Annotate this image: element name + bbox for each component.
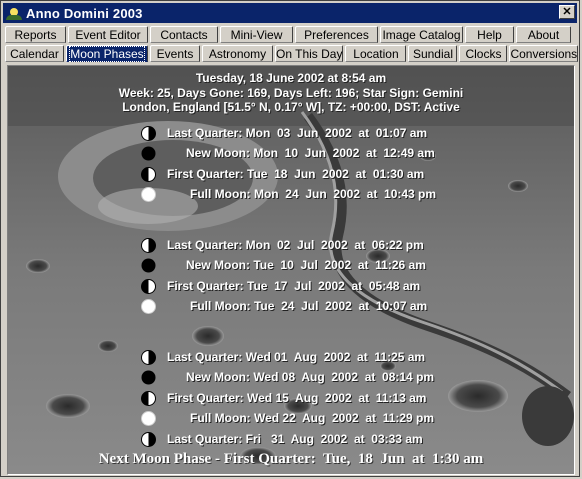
tab-label: Moon Phases [69, 46, 145, 62]
moon-phase-text: Full Moon: Tue 24 Jul 2002 at 10:07 am [190, 299, 428, 314]
tab-sundial[interactable]: Sundial [408, 45, 458, 62]
full-moon-icon [141, 299, 156, 315]
tab-label: Image Catalog [382, 28, 461, 42]
tab-label: Sundial [412, 47, 453, 61]
moon-phase-text: Full Moon: Mon 24 Jun 2002 at 10:43 pm [190, 187, 437, 202]
moon-phase-text: Full Moon: Wed 22 Aug 2002 at 11:29 pm [190, 411, 435, 426]
first-quarter-icon [141, 390, 156, 406]
tab-label: About [527, 28, 560, 42]
tab-contacts[interactable]: Contacts [150, 26, 218, 43]
app-window: Anno Domini 2003 ✕ Reports Event Editor Co… [0, 0, 580, 477]
moon-phase-text: New Moon: Wed 08 Aug 2002 at 08:14 pm [186, 370, 435, 385]
tab-on-this-day[interactable]: On This Day [275, 45, 344, 62]
tab-label: Events [156, 47, 194, 61]
tab-label: Location [353, 47, 399, 61]
tab-label: Event Editor [75, 28, 141, 42]
tab-clocks[interactable]: Clocks [459, 45, 508, 62]
tab-moon-phases[interactable]: Moon Phases [66, 45, 148, 62]
week-info: Week: 25, Days Gone: 169, Days Left: 196… [118, 86, 464, 100]
tab-row-1: Reports Event Editor Contacts Mini-View Pref… [5, 26, 575, 45]
tab-astronomy[interactable]: Astronomy [202, 45, 273, 62]
moon-phase-text: Last Quarter: Wed 01 Aug 2002 at 11:25 a… [167, 350, 426, 364]
moon-phase-text: New Moon: Tue 10 Jul 2002 at 11:26 am [186, 258, 426, 273]
first-quarter-icon [141, 278, 156, 294]
moon-phase-text: Last Quarter: Fri 31 Aug 2002 at 03:33 a… [167, 431, 423, 446]
tab-reports[interactable]: Reports [5, 26, 66, 43]
tab-label: Contacts [160, 28, 208, 42]
tab-label: Clocks [465, 47, 502, 61]
tab-label: Mini-View [230, 28, 283, 42]
tab-label: Preferences [304, 28, 369, 42]
tab-preferences[interactable]: Preferences [295, 26, 378, 43]
last-quarter-icon [141, 238, 156, 253]
tab-label: Conversions [510, 47, 578, 61]
moon-phase-text: Last Quarter: Mon 02 Jul 2002 at 06:22 p… [167, 238, 424, 252]
last-quarter-icon [141, 431, 156, 447]
first-quarter-icon [141, 166, 156, 182]
moon-phase-text: Last Quarter: Mon 03 Jun 2002 at 01:07 a… [167, 126, 428, 140]
close-button[interactable]: ✕ [559, 5, 575, 19]
tab-label: Reports [14, 28, 57, 42]
full-moon-icon [141, 411, 156, 427]
tab-help[interactable]: Help [465, 26, 514, 43]
full-moon-icon [141, 187, 156, 203]
tab-location[interactable]: Location [345, 45, 407, 62]
last-quarter-icon [141, 126, 156, 141]
next-moon-phase: Next Moon Phase - First Quarter: Tue, 18… [98, 451, 484, 467]
tab-row-2: Calendar Moon Phases Events Astronomy On Thi… [5, 45, 579, 64]
tab-label: Calendar [10, 47, 59, 61]
tab-mini-view[interactable]: Mini-View [220, 26, 293, 43]
last-quarter-icon [141, 350, 156, 365]
tab-calendar[interactable]: Calendar [5, 45, 64, 62]
tab-label: Astronomy [208, 47, 267, 61]
tab-label: On This Day [276, 47, 343, 61]
moon-phase-text: First Quarter: Tue 18 Jun 2002 at 01:30 … [167, 166, 425, 181]
moon-phase-text: First Quarter: Tue 17 Jul 2002 at 05:48 … [167, 278, 421, 293]
tab-image-catalog[interactable]: Image Catalog [380, 26, 463, 43]
tab-about[interactable]: About [516, 26, 571, 43]
app-icon [6, 6, 22, 20]
window-title: Anno Domini 2003 [26, 5, 143, 21]
title-bar[interactable]: Anno Domini 2003 ✕ [3, 3, 577, 23]
location-info: London, England [51.5° N, 0.17° W], TZ: … [122, 100, 460, 114]
moon-phase-text: First Quarter: Wed 15 Aug 2002 at 11:13 … [167, 390, 427, 405]
moon-phase-text: New Moon: Mon 10 Jun 2002 at 12:49 am [186, 146, 435, 161]
new-moon-icon [141, 370, 156, 385]
tab-events[interactable]: Events [150, 45, 200, 62]
new-moon-icon [141, 146, 156, 161]
current-date: Tuesday, 18 June 2002 at 8:54 am [195, 71, 387, 85]
tab-event-editor[interactable]: Event Editor [68, 26, 148, 43]
moon-phases-panel: Tuesday, 18 June 2002 at 8:54 am Week: 2… [7, 65, 575, 475]
new-moon-icon [141, 258, 156, 273]
tab-conversions[interactable]: Conversions [509, 45, 579, 62]
tab-label: Help [477, 28, 502, 42]
